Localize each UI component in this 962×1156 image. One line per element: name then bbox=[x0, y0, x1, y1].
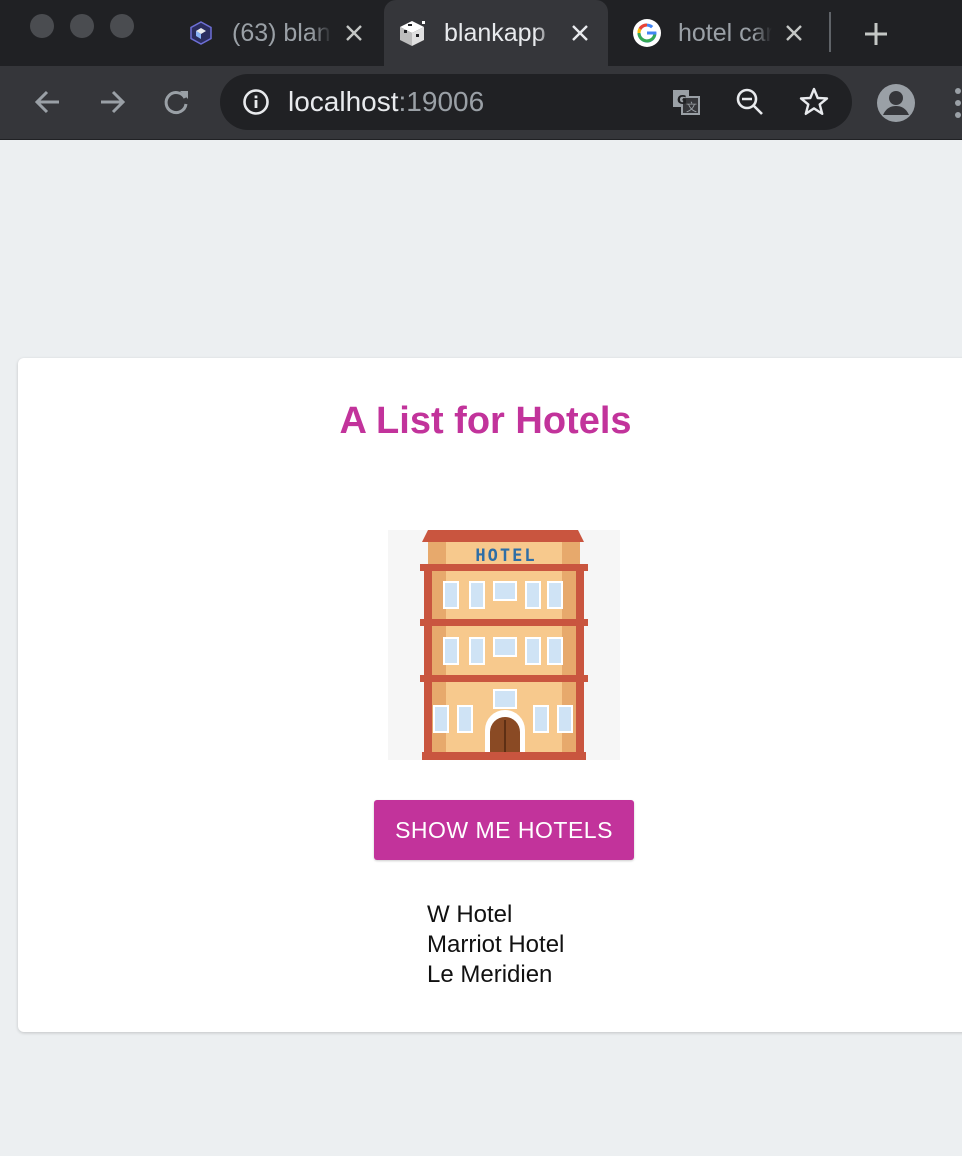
tab-active[interactable]: blankapp bbox=[384, 0, 608, 66]
tab-divider bbox=[829, 12, 831, 52]
reload-icon[interactable] bbox=[156, 82, 196, 122]
back-arrow-icon[interactable] bbox=[28, 82, 68, 122]
profile-avatar-icon[interactable] bbox=[876, 83, 916, 123]
show-hotels-button[interactable]: SHOW ME HOTELS bbox=[374, 800, 634, 860]
translate-icon[interactable]: G文 bbox=[670, 86, 702, 118]
cube-icon bbox=[398, 18, 428, 48]
zoom-out-icon[interactable] bbox=[734, 86, 766, 118]
hotel-sign-text: HOTEL bbox=[475, 546, 536, 566]
page-title: A List for Hotels bbox=[339, 400, 632, 442]
more-menu-icon[interactable] bbox=[950, 86, 962, 120]
browser-toolbar: localhost:19006 G文 bbox=[0, 66, 962, 140]
bookmark-star-icon[interactable] bbox=[798, 86, 830, 118]
tab-inactive-1[interactable]: (63) blankapp bbox=[172, 0, 382, 66]
close-icon[interactable] bbox=[566, 19, 594, 47]
tab-title: (63) blankapp bbox=[232, 18, 332, 47]
address-bar[interactable]: localhost:19006 G文 bbox=[220, 74, 852, 130]
hotel-list: W Hotel Marriot Hotel Le Meridien bbox=[427, 900, 564, 990]
close-icon[interactable] bbox=[340, 19, 368, 47]
window-minimize-dot[interactable] bbox=[70, 14, 94, 38]
close-icon[interactable] bbox=[780, 19, 808, 47]
site-info-icon[interactable] bbox=[242, 88, 270, 116]
url-text: localhost:19006 bbox=[288, 74, 484, 130]
url-port: :19006 bbox=[398, 86, 485, 117]
svg-text:文: 文 bbox=[686, 100, 697, 114]
url-host: localhost bbox=[288, 86, 399, 117]
hotel-building-image: HOTEL bbox=[388, 530, 620, 760]
window-zoom-dot[interactable] bbox=[110, 14, 134, 38]
hotel-list-item: Le Meridien bbox=[427, 961, 553, 988]
google-icon bbox=[632, 18, 662, 48]
forward-arrow-icon[interactable] bbox=[92, 82, 132, 122]
hotel-list-item: Marriot Hotel bbox=[427, 931, 565, 958]
hexagon-icon bbox=[186, 18, 216, 48]
window-close-dot[interactable] bbox=[30, 14, 54, 38]
hotel-list-item: W Hotel bbox=[427, 901, 513, 928]
tab-inactive-2[interactable]: hotel cards bbox=[618, 0, 822, 66]
tab-title: hotel cards bbox=[678, 18, 772, 47]
tab-strip: (63) blankapp blankapp hotel cards bbox=[0, 0, 962, 66]
new-tab-plus-icon[interactable] bbox=[856, 14, 896, 54]
tab-title: blankapp bbox=[444, 18, 546, 47]
